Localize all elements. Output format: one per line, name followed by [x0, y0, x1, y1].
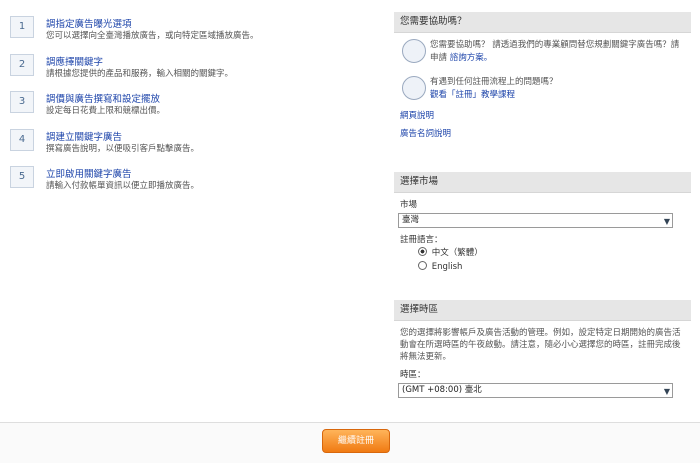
- consult-link[interactable]: 諮詢方案。: [450, 53, 493, 63]
- market-select-value: 臺灣: [402, 215, 420, 225]
- continue-button[interactable]: 繼續註冊: [322, 429, 390, 453]
- step-number: 3: [10, 91, 34, 113]
- timezone-description: 您的選擇將影響帳戶及廣告活動的管理。例如，設定特定日期開始的廣告活動會在所選時區…: [400, 328, 681, 362]
- chevron-down-icon: ▼: [663, 387, 670, 396]
- language-label: 註冊語言：: [400, 235, 443, 245]
- language-option-label: 中文（繁體）: [431, 248, 483, 258]
- step-item: 3 調價與廣告撰寫和設定擺放 設定每日花費上限和競標出價。: [10, 87, 380, 125]
- step-number: 1: [10, 16, 34, 38]
- steps-list: 1 調指定廣告曝光選項 您可以選擇向全臺灣播放廣告，或向特定區域播放廣告。 2 …: [10, 12, 380, 200]
- step-title[interactable]: 調指定廣告曝光選項: [46, 16, 132, 30]
- step-number: 5: [10, 166, 34, 188]
- step-title: 調價與廣告撰寫和設定擺放: [46, 94, 161, 105]
- phone-icon: [402, 39, 426, 63]
- help-panel: 您需要協助嗎？ 您需要協助嗎？ 請透過我們的專業顧問替您規劃關鍵字廣告嗎？請申請…: [394, 12, 691, 143]
- video-icon: [402, 76, 426, 100]
- chevron-down-icon: ▼: [663, 217, 670, 226]
- step-item: 2 調應擇關鍵字 請根據您提供的產品和服務，輸入相關的關鍵字。: [10, 50, 380, 88]
- market-select[interactable]: 臺灣 ▼: [398, 213, 673, 228]
- market-panel: 選擇市場 市場 臺灣 ▼ 註冊語言： 中文（繁體） English: [394, 172, 691, 274]
- page-help-link[interactable]: 網頁說明: [394, 107, 691, 125]
- language-option-label: English: [431, 262, 463, 272]
- step-number: 2: [10, 53, 34, 76]
- timezone-select-value: (GMT +08:00) 臺北: [402, 385, 482, 395]
- step-item: 5 立即啟用關鍵字廣告 請輸入付款帳單資訊以便立即播放廣告。: [10, 162, 380, 200]
- market-label: 市場: [400, 200, 418, 210]
- tutorial-link[interactable]: 觀看「註冊」教學課程: [430, 90, 515, 100]
- step-title: 調建立關鍵字廣告: [46, 131, 123, 143]
- timezone-header: 選擇時區: [394, 300, 691, 321]
- step-description: 請根據您提供的產品和服務，輸入相關的關鍵字。: [46, 68, 234, 79]
- timezone-label: 時區：: [400, 370, 426, 380]
- help-tutorial-text: 有遇到任何註冊流程上的問題嗎？: [430, 77, 558, 87]
- help-row-consult: 您需要協助嗎？ 請透過我們的專業顧問替您規劃關鍵字廣告嗎？請申請 諮詢方案。: [394, 33, 691, 70]
- step-description: 撰寫廣告說明，以便吸引客戶點擊廣告。: [46, 143, 200, 154]
- language-option-chinese[interactable]: 中文（繁體）: [394, 246, 691, 260]
- radio-icon[interactable]: [418, 261, 427, 270]
- step-item: 4 調建立關鍵字廣告 撰寫廣告說明，以便吸引客戶點擊廣告。: [10, 125, 380, 163]
- language-option-english[interactable]: English: [394, 260, 691, 274]
- timezone-select[interactable]: (GMT +08:00) 臺北 ▼: [398, 383, 673, 398]
- footer-bar: 繼續註冊: [0, 422, 700, 463]
- step-number: 4: [10, 128, 34, 151]
- timezone-panel: 選擇時區 您的選擇將影響帳戶及廣告活動的管理。例如，設定特定日期開始的廣告活動會…: [394, 300, 691, 398]
- step-description: 請輸入付款帳單資訊以便立即播放廣告。: [46, 181, 200, 191]
- market-header: 選擇市場: [394, 172, 691, 193]
- glossary-link[interactable]: 廣告名詞說明: [394, 125, 691, 143]
- step-item: 1 調指定廣告曝光選項 您可以選擇向全臺灣播放廣告，或向特定區域播放廣告。: [10, 12, 380, 50]
- help-header: 您需要協助嗎？: [394, 12, 691, 33]
- step-title: 立即啟用關鍵字廣告: [46, 169, 132, 180]
- step-description: 您可以選擇向全臺灣播放廣告，或向特定區域播放廣告。: [46, 31, 259, 41]
- step-title: 調應擇關鍵字: [46, 56, 104, 68]
- radio-selected-icon[interactable]: [418, 247, 427, 256]
- help-row-tutorial: 有遇到任何註冊流程上的問題嗎？ 觀看「註冊」教學課程: [394, 70, 691, 107]
- step-description: 設定每日花費上限和競標出價。: [46, 106, 166, 116]
